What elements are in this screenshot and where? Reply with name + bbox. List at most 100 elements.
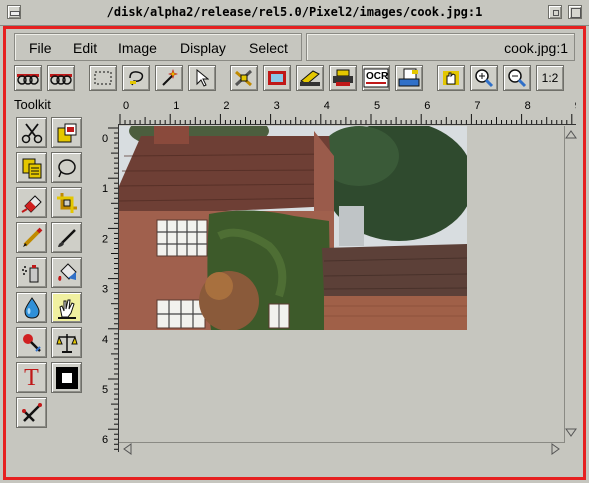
menu-file-label: File (29, 40, 52, 56)
airbrush-tool[interactable] (16, 257, 47, 288)
pan-hand-button[interactable] (437, 65, 465, 91)
arrow-pointer-icon (196, 69, 209, 87)
ruler-label: 6 (424, 100, 430, 112)
ruler-label: 5 (374, 100, 380, 112)
color-picker-tool[interactable] (16, 327, 47, 358)
ruler-label: 1 (102, 183, 108, 195)
binocular-left-button[interactable] (14, 65, 42, 91)
binocular-right-button[interactable] (47, 65, 75, 91)
pencil-tool[interactable] (16, 222, 47, 253)
crop-icon (56, 192, 77, 213)
lasso-icon (129, 71, 144, 86)
image-canvas[interactable] (119, 126, 565, 442)
printer-button[interactable] (329, 65, 357, 91)
balance-tool[interactable] (51, 327, 82, 358)
menu-image-label: Image (118, 40, 157, 56)
menu-display[interactable]: Display (180, 40, 226, 56)
ruler-label: 8 (525, 100, 531, 112)
menu-image[interactable]: Image (118, 40, 157, 56)
menu-select[interactable]: Select (249, 40, 288, 56)
balance-scale-icon (55, 333, 78, 353)
rect-select-button[interactable] (89, 65, 117, 91)
tools-button[interactable] (230, 65, 258, 91)
zoom-ratio-button[interactable]: 1:2 (536, 65, 564, 91)
ruler-label: 0 (102, 133, 108, 145)
menu-file[interactable]: File (29, 40, 52, 56)
horizontal-ruler-ticks: 0 1 2 3 4 5 6 7 8 9 (119, 100, 576, 124)
blur-tool[interactable] (16, 292, 47, 323)
menu-select-label: Select (249, 40, 288, 56)
copy-tool[interactable] (16, 152, 47, 183)
pencil-icon (22, 227, 42, 247)
hand-icon (443, 71, 459, 85)
scroll-up-arrow-icon[interactable] (565, 128, 577, 140)
scanner-button[interactable] (296, 65, 324, 91)
zoom-out-button[interactable] (503, 65, 531, 91)
frame-icon (268, 71, 286, 85)
ruler-label: 5 (102, 384, 108, 396)
zoom-out-icon (508, 69, 527, 88)
text-tool[interactable]: T (16, 362, 47, 393)
paste-tool[interactable] (51, 117, 82, 148)
paste-icon (57, 123, 76, 142)
color-swatch-icon (55, 366, 78, 389)
toolkit-label: Toolkit (14, 97, 51, 112)
scissors-tool[interactable] (16, 117, 47, 148)
tools-icon (234, 69, 253, 87)
vertical-scrollbar[interactable] (564, 126, 577, 442)
ruler-label: 4 (102, 334, 108, 346)
ruler-label: 2 (223, 100, 229, 112)
brush-icon (57, 228, 76, 247)
smudge-hand-icon (57, 299, 76, 319)
scan-document-button[interactable] (395, 65, 423, 91)
clone-brush-icon (21, 402, 42, 422)
filename-display: cook.jpg:1 (306, 33, 575, 61)
lasso-tool[interactable] (51, 152, 82, 183)
menu-edit[interactable]: Edit (73, 40, 97, 56)
cottage-photo[interactable] (119, 126, 467, 330)
minimize-button[interactable] (548, 5, 562, 19)
ruler-label: 9 (575, 100, 576, 112)
ruler-label: 7 (474, 100, 480, 112)
vertical-ruler-ticks: 0 1 2 3 4 5 6 (102, 127, 118, 450)
lasso-select-button[interactable] (122, 65, 150, 91)
window-title: /disk/alpha2/release/rel5.0/Pixel2/image… (106, 5, 483, 19)
ruler-label: 1 (173, 100, 179, 112)
ocr-label: OCR (366, 71, 389, 82)
airbrush-icon (21, 264, 38, 282)
crop-tool[interactable] (51, 187, 82, 218)
horizontal-scrollbar[interactable] (119, 442, 565, 455)
ruler-label: 6 (102, 434, 108, 446)
printer-icon (333, 69, 353, 86)
scissors-icon (21, 122, 42, 143)
ocr-button[interactable]: OCR (362, 65, 390, 91)
ruler-label: 0 (123, 100, 129, 112)
scroll-right-arrow-icon[interactable] (549, 443, 561, 455)
binoculars-icon (50, 74, 72, 85)
color-picker-icon (22, 333, 41, 352)
fill-tool[interactable] (51, 257, 82, 288)
magic-wand-button[interactable] (155, 65, 183, 91)
lasso-icon (57, 158, 76, 177)
scan-document-icon (398, 68, 420, 87)
smudge-tool[interactable] (51, 292, 82, 323)
brush-tool[interactable] (51, 222, 82, 253)
zoom-in-button[interactable] (470, 65, 498, 91)
frame-button[interactable] (263, 65, 291, 91)
copy-pages-icon (22, 158, 41, 178)
color-swatch-tool[interactable] (51, 362, 82, 393)
pointer-button[interactable] (188, 65, 216, 91)
swatch-inner (61, 372, 72, 383)
maximize-button[interactable] (568, 5, 582, 19)
zoom-ratio-label: 1:2 (541, 71, 559, 85)
marquee-select-icon (94, 71, 112, 85)
clone-tool[interactable] (16, 397, 47, 428)
eraser-tool[interactable] (16, 187, 47, 218)
zoom-in-icon (475, 69, 494, 88)
menu-display-label: Display (180, 40, 226, 56)
magic-wand-icon (162, 69, 178, 86)
app-frame: File Edit Image Display Select cook.jpg:… (3, 26, 586, 480)
scroll-down-arrow-icon[interactable] (565, 426, 577, 438)
scroll-left-arrow-icon[interactable] (121, 443, 133, 455)
water-drop-icon (23, 296, 40, 319)
